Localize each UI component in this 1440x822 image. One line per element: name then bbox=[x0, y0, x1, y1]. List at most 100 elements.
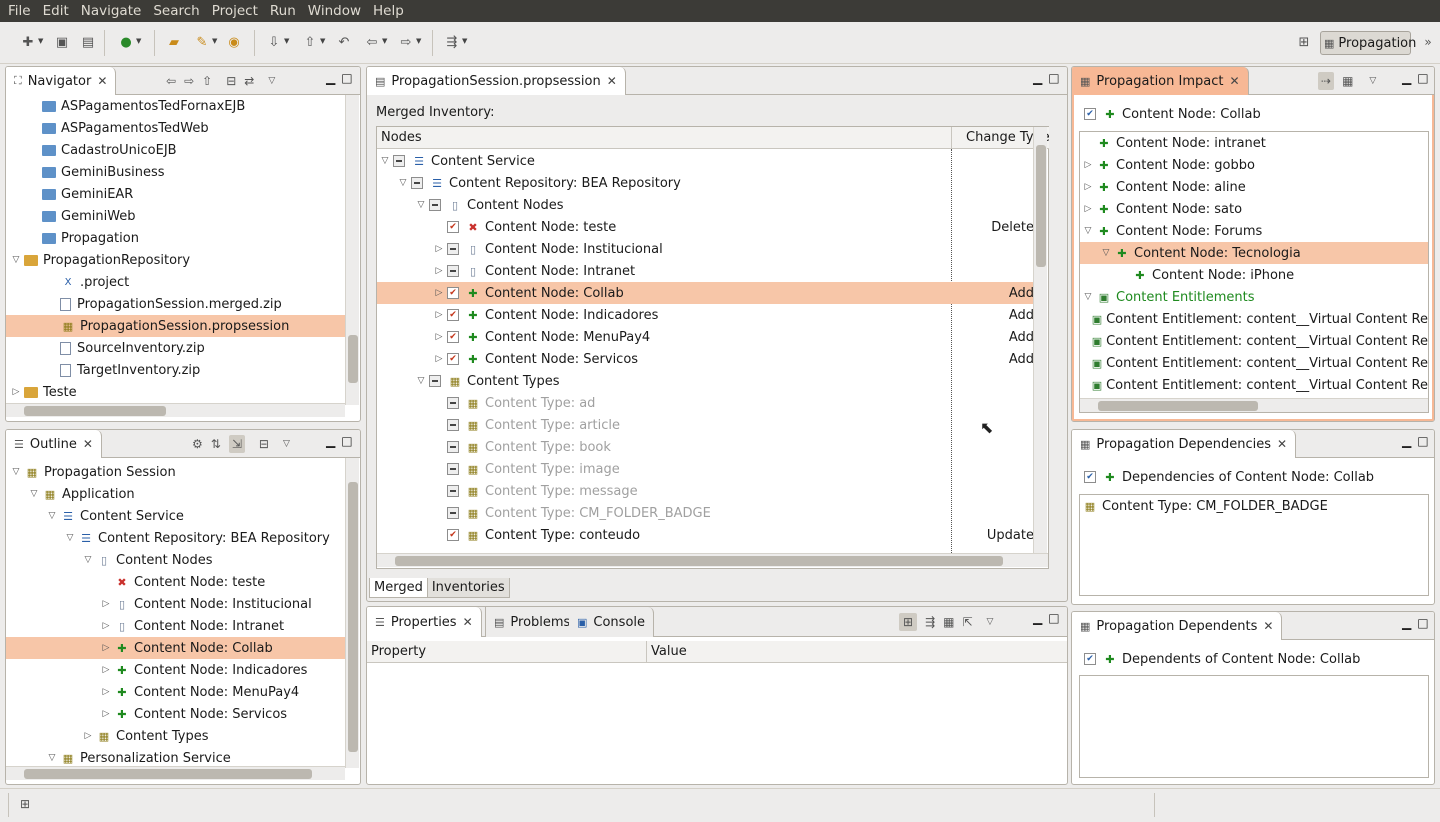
maximize-icon[interactable]: □ bbox=[341, 434, 358, 448]
expand-open-icon[interactable]: ▽ bbox=[395, 178, 411, 188]
tree-item[interactable]: ASPagamentosTedWeb bbox=[6, 117, 346, 139]
checkbox-grayed[interactable] bbox=[447, 485, 459, 497]
navigator-hscrollbar[interactable] bbox=[6, 403, 345, 417]
save-icon[interactable]: ▣ bbox=[52, 33, 72, 51]
maximize-icon[interactable]: □ bbox=[1048, 71, 1065, 85]
maximize-icon[interactable]: □ bbox=[1048, 611, 1065, 625]
column-header-value[interactable]: Value bbox=[647, 641, 1067, 663]
editor-hscrollbar[interactable] bbox=[377, 553, 1048, 567]
tree-item[interactable]: ▽ ☰ Content Repository: BEA Repository bbox=[377, 172, 1033, 194]
tree-item[interactable]: ▷ ▯ Content Node: Institucional bbox=[377, 238, 1033, 260]
pin-icon[interactable]: ⇱ bbox=[962, 615, 972, 629]
tab-properties[interactable]: ☰ Properties ✕ bbox=[367, 607, 482, 637]
close-icon[interactable]: ✕ bbox=[83, 437, 93, 451]
tree-item[interactable]: ✚ Content Node: iPhone bbox=[1080, 264, 1428, 286]
tree-item[interactable]: ▦ PropagationSession.propsession bbox=[6, 315, 346, 337]
outline-vscrollbar[interactable] bbox=[345, 458, 359, 768]
tree-item[interactable]: SourceInventory.zip bbox=[6, 337, 346, 359]
menu-navigate[interactable]: Navigate bbox=[75, 3, 148, 19]
expand-closed-icon[interactable]: ▷ bbox=[98, 599, 114, 609]
checkbox-grayed[interactable] bbox=[429, 199, 441, 211]
checkbox-checked[interactable]: ✔ bbox=[447, 221, 459, 233]
menu-project[interactable]: Project bbox=[206, 3, 264, 19]
tree-item[interactable]: ▷ ✔ ✚ Content Node: MenuPay4 Add bbox=[377, 326, 1033, 348]
close-icon[interactable]: ✕ bbox=[607, 74, 617, 88]
editor-vscrollbar[interactable] bbox=[1033, 127, 1047, 553]
forward-icon[interactable]: ⇨ bbox=[184, 74, 194, 88]
perspective-overflow-icon[interactable]: » bbox=[1418, 33, 1438, 51]
tree-item[interactable]: ▷ ▦ Content Types bbox=[6, 725, 346, 747]
view-menu-icon[interactable]: ▽ bbox=[283, 439, 290, 449]
tree-item[interactable]: ▷ ✔ ✚ Content Node: Servicos Add bbox=[377, 348, 1033, 370]
checkbox-checked[interactable]: ✔ bbox=[1084, 471, 1096, 483]
checkbox-checked[interactable]: ✔ bbox=[447, 529, 459, 541]
impact-hscrollbar[interactable] bbox=[1080, 398, 1428, 412]
collapse-all-icon[interactable]: ⊟ bbox=[226, 74, 236, 88]
column-header-nodes[interactable]: Nodes bbox=[377, 127, 952, 149]
checkbox-grayed[interactable] bbox=[447, 397, 459, 409]
expand-closed-icon[interactable]: ▷ bbox=[431, 288, 447, 298]
tree-item[interactable]: ▽ ▣ Content Entitlements bbox=[1080, 286, 1428, 308]
tree-item[interactable]: ▷ ✚ Content Node: Indicadores bbox=[6, 659, 346, 681]
close-icon[interactable]: ✕ bbox=[1277, 437, 1287, 451]
view-menu-icon[interactable]: ▽ bbox=[987, 617, 994, 627]
outline-hscrollbar[interactable] bbox=[6, 766, 345, 780]
menu-edit[interactable]: Edit bbox=[37, 3, 75, 19]
tab-navigator[interactable]: ⛶ Navigator ✕ bbox=[6, 67, 117, 95]
show-advanced-icon[interactable]: ⇶ bbox=[925, 615, 935, 629]
expand-closed-icon[interactable]: ▷ bbox=[98, 665, 114, 675]
tree-item[interactable]: ▽ ☰ Content Service bbox=[377, 150, 1033, 172]
expand-closed-icon[interactable]: ▷ bbox=[98, 709, 114, 719]
expand-closed-icon[interactable]: ▷ bbox=[431, 244, 447, 254]
expand-closed-icon[interactable]: ▷ bbox=[1080, 182, 1096, 192]
tab-console[interactable]: ▣ Console bbox=[569, 607, 655, 637]
checkbox-grayed[interactable] bbox=[447, 441, 459, 453]
tab-problems[interactable]: ▤ Problems bbox=[485, 607, 580, 637]
list-item[interactable]: ▦ Content Type: CM_FOLDER_BADGE bbox=[1080, 495, 1428, 517]
tree-item[interactable]: GeminiBusiness bbox=[6, 161, 346, 183]
expand-open-icon[interactable]: ▽ bbox=[44, 511, 60, 521]
tree-item[interactable]: ▦ Content Type: message bbox=[377, 480, 1033, 502]
tree-item[interactable]: ▷ ✚ Content Node: MenuPay4 bbox=[6, 681, 346, 703]
show-categories-icon[interactable]: ⊞ bbox=[899, 613, 918, 631]
scroll-thumb[interactable] bbox=[24, 769, 312, 779]
show-types-icon[interactable]: ▦ bbox=[1342, 74, 1353, 88]
checkbox-grayed[interactable] bbox=[429, 375, 441, 387]
run-icon[interactable]: ● bbox=[116, 33, 136, 51]
tree-item[interactable]: ▦ Content Type: image bbox=[377, 458, 1033, 480]
scroll-thumb[interactable] bbox=[395, 556, 1003, 566]
checkbox-checked[interactable]: ✔ bbox=[447, 353, 459, 365]
tree-item[interactable]: ▽ ▦ Content Types bbox=[377, 370, 1033, 392]
tree-item[interactable]: ▽ ▦ Application bbox=[6, 483, 346, 505]
tab-propagation-impact[interactable]: ▦ Propagation Impact ✕ bbox=[1072, 67, 1249, 95]
tree-item[interactable]: ▷ ✚ Content Node: aline bbox=[1080, 176, 1428, 198]
open-type-dropdown-icon[interactable]: ▼ bbox=[212, 37, 217, 45]
menu-search[interactable]: Search bbox=[147, 3, 205, 19]
expand-closed-icon[interactable]: ▷ bbox=[431, 332, 447, 342]
tab-merged[interactable]: Merged bbox=[369, 578, 428, 598]
tree-item[interactable]: ▽ ✚ Content Node: Tecnologia bbox=[1080, 242, 1428, 264]
tree-item[interactable]: ▷ ✚ Content Node: Servicos bbox=[6, 703, 346, 725]
expand-open-icon[interactable]: ▽ bbox=[1080, 226, 1096, 236]
next-annotation-dropdown-icon[interactable]: ▼ bbox=[284, 37, 289, 45]
link-editor-icon[interactable]: ⇄ bbox=[244, 74, 254, 88]
tab-outline[interactable]: ☰ Outline ✕ bbox=[6, 430, 102, 458]
expand-closed-icon[interactable]: ▷ bbox=[80, 731, 96, 741]
tree-item[interactable]: ▷ ▯ Content Node: Intranet bbox=[377, 260, 1033, 282]
open-perspective-icon[interactable]: ⊞ bbox=[1294, 33, 1314, 51]
tree-item[interactable]: X .project bbox=[6, 271, 346, 293]
tree-item[interactable]: ▷ ▯ Content Node: Institucional bbox=[6, 593, 346, 615]
minimize-icon[interactable]: ▁ bbox=[1402, 616, 1417, 630]
search-icon[interactable]: ◉ bbox=[224, 33, 244, 51]
tree-item[interactable]: ▷ ✚ Content Node: Collab bbox=[6, 637, 346, 659]
tree-item[interactable]: TargetInventory.zip bbox=[6, 359, 346, 381]
expand-closed-icon[interactable]: ▷ bbox=[431, 266, 447, 276]
forward-icon[interactable]: ⇨ bbox=[396, 33, 416, 51]
run-dropdown-icon[interactable]: ▼ bbox=[136, 37, 141, 45]
tree-item[interactable]: GeminiEAR bbox=[6, 183, 346, 205]
tree-item[interactable]: CadastroUnicoEJB bbox=[6, 139, 346, 161]
expand-closed-icon[interactable]: ▷ bbox=[431, 354, 447, 364]
tree-item[interactable]: ▷ Teste bbox=[6, 381, 346, 403]
tree-item[interactable]: ▦ Content Type: CM_FOLDER_BADGE bbox=[377, 502, 1033, 524]
checkbox-grayed[interactable] bbox=[447, 265, 459, 277]
